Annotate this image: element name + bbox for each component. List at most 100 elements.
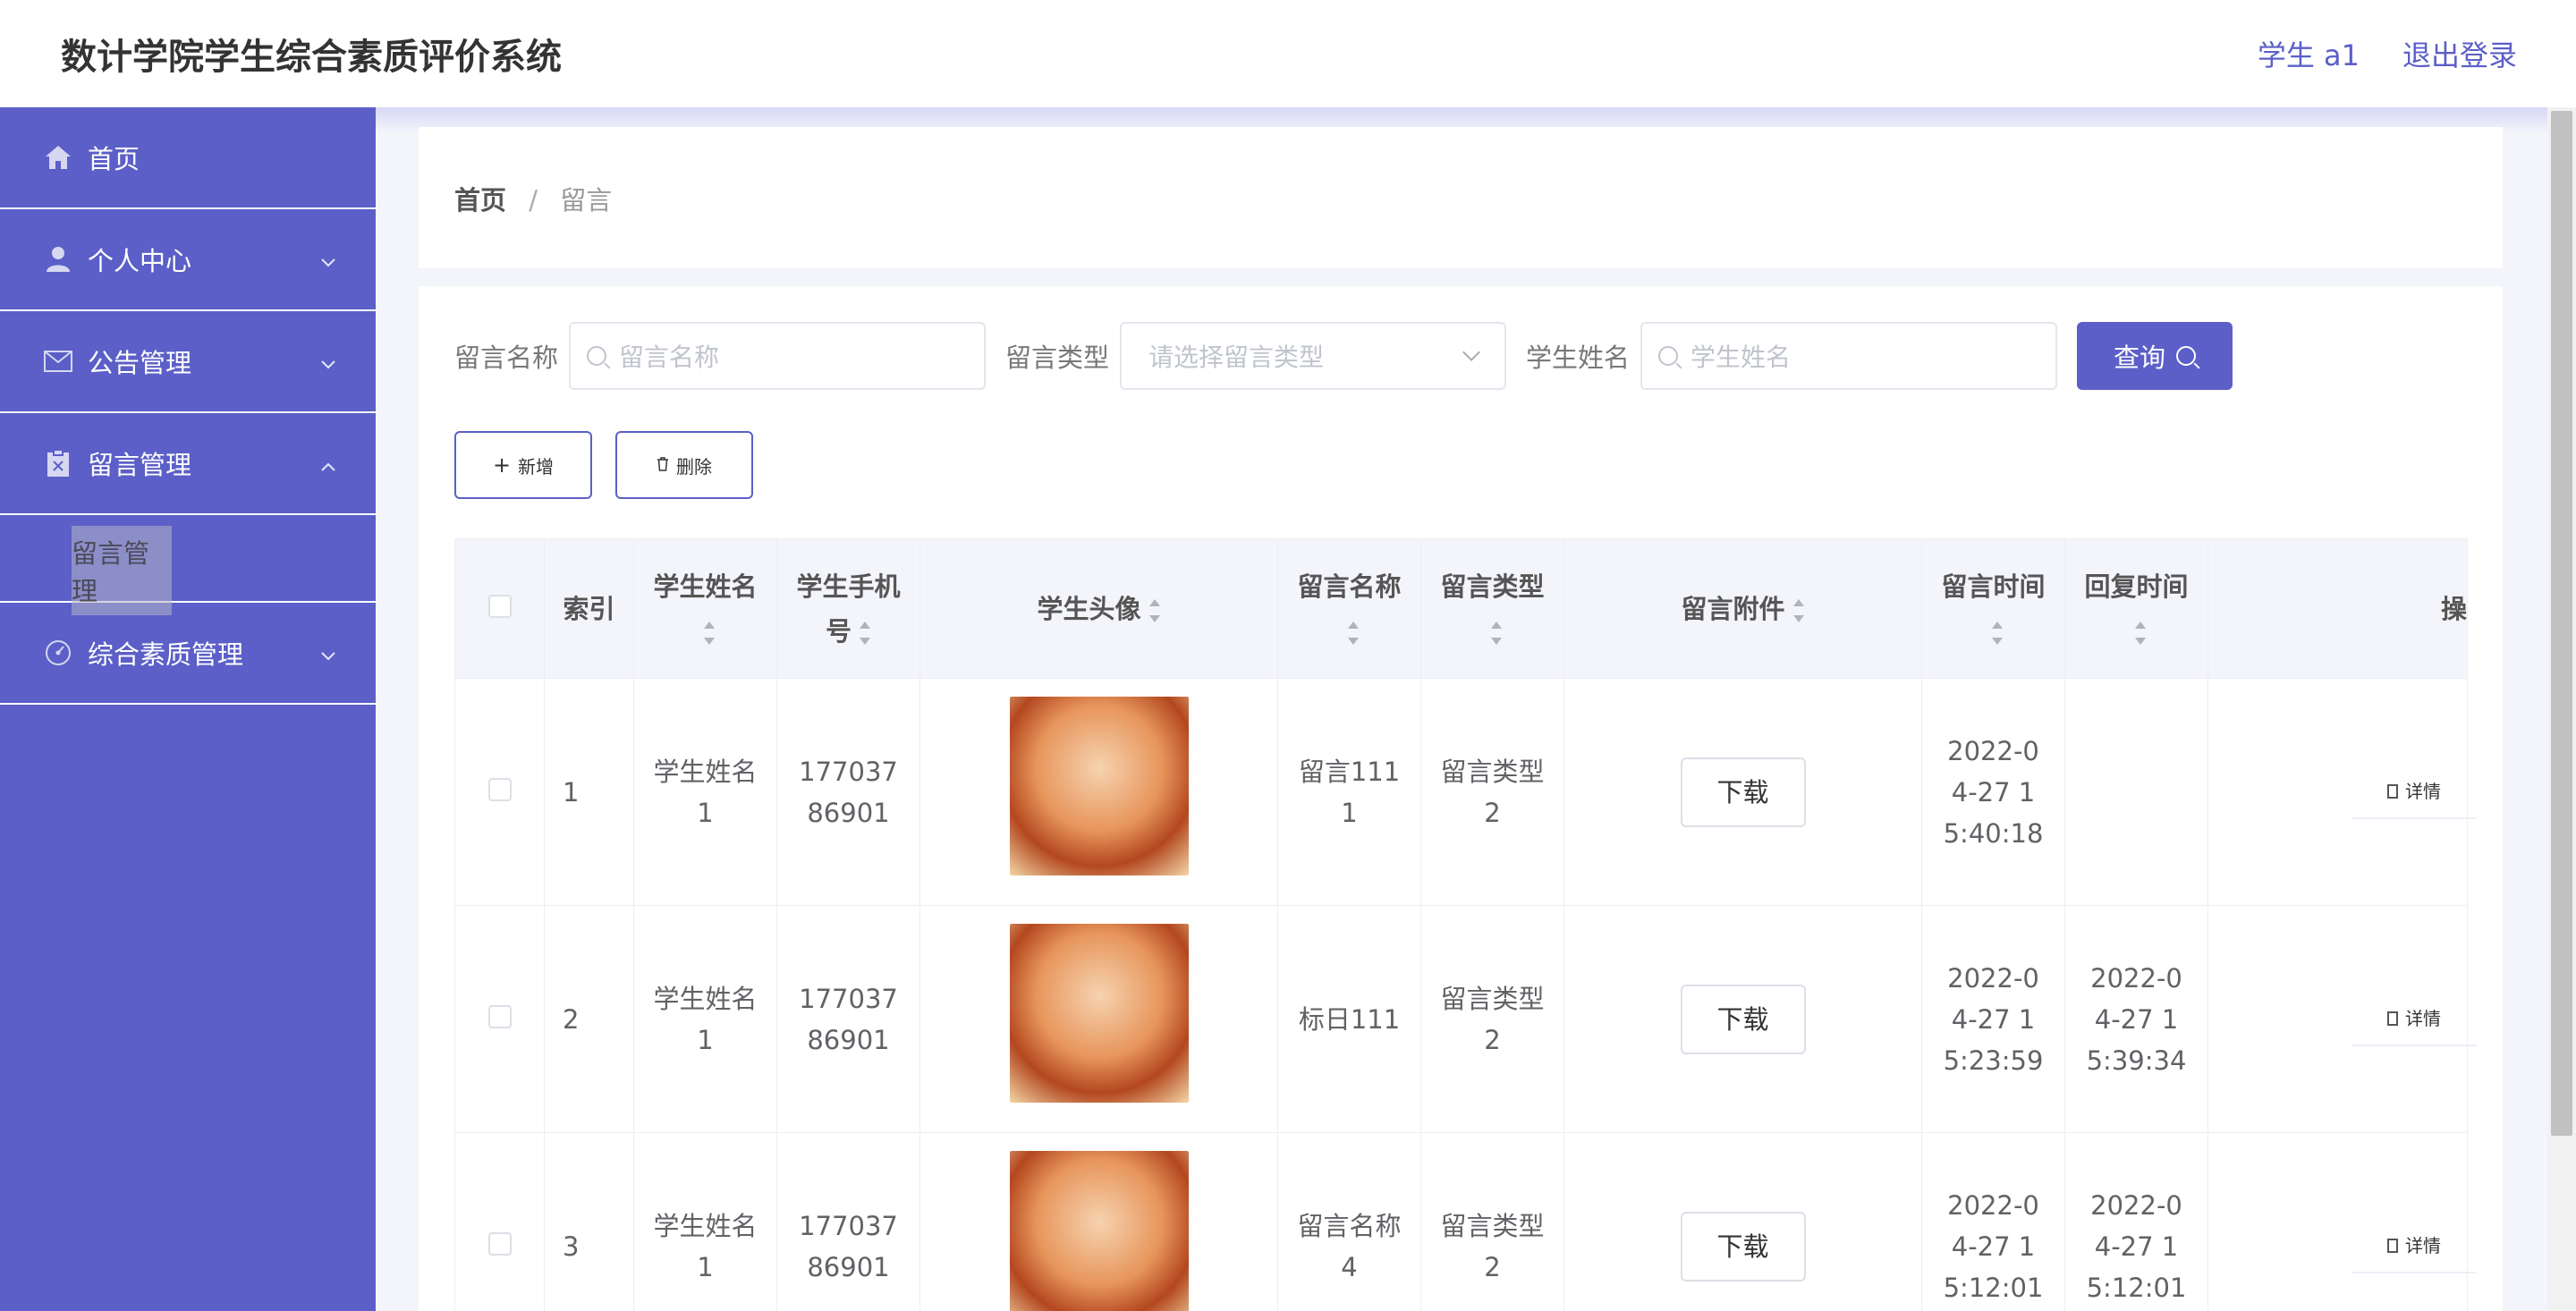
add-button-label: 新增 <box>518 455 555 478</box>
row-checkbox[interactable] <box>487 1231 512 1256</box>
col-student-phone[interactable]: 学生手机号 <box>776 538 920 679</box>
sort-icon[interactable] <box>1792 598 1805 622</box>
cell-msg-time: 2022-04-27 15:40:18 <box>1921 678 2065 906</box>
student-name-label: 学生姓名 <box>1526 343 1631 373</box>
col-msg-name[interactable]: 留言名称 <box>1277 538 1421 679</box>
avatar[interactable] <box>1009 1151 1189 1311</box>
msg-type-label: 留言类型 <box>1005 343 1110 373</box>
message-table: 索引 学生姓名 学生手机号 学生头像 留言名称 留言类型 留言附件 留言时间 回… <box>454 538 2477 1311</box>
mail-icon <box>43 346 73 376</box>
detail-button[interactable]: 详情 <box>2351 1220 2477 1273</box>
col-student-avatar[interactable]: 学生头像 <box>919 538 1278 679</box>
cell-op: 详情 <box>2207 905 2477 1133</box>
detail-button[interactable]: 详情 <box>2351 765 2477 819</box>
msg-name-placeholder: 留言名称 <box>619 343 720 372</box>
action-bar: + 新增 删除 <box>454 431 753 499</box>
delete-button-label: 删除 <box>676 455 712 478</box>
sort-icon[interactable] <box>859 621 871 645</box>
sidebar-item-quality[interactable]: 综合素质管理 <box>0 603 376 705</box>
sort-icon[interactable] <box>2134 621 2147 645</box>
add-button[interactable]: + 新增 <box>454 431 592 499</box>
cell-op: 详情 <box>2207 1132 2477 1311</box>
msg-name-input[interactable]: 留言名称 <box>569 322 987 390</box>
select-all-checkbox[interactable] <box>487 594 512 618</box>
current-user: 学生 a1 <box>2257 38 2360 72</box>
chevron-down-icon <box>320 638 336 668</box>
cell-msg-name: 留言名称4 <box>1277 1132 1421 1311</box>
cell-msg-type: 留言类型2 <box>1420 905 1564 1133</box>
sidebar-item-label: 首页 <box>88 144 140 174</box>
table-row: 2 学生姓名1 17703786901 标日111 留言类型2 下载 2022-… <box>454 905 2477 1133</box>
table-header-row: 索引 学生姓名 学生手机号 学生头像 留言名称 留言类型 留言附件 留言时间 回… <box>454 538 2468 679</box>
chevron-down-icon <box>320 244 336 275</box>
row-checkbox[interactable] <box>487 777 512 801</box>
chevron-down-icon <box>320 346 336 376</box>
download-button[interactable]: 下载 <box>1680 1211 1806 1281</box>
sidebar-item-label: 公告管理 <box>88 348 192 378</box>
cell-reply-time <box>2064 678 2208 906</box>
sort-icon[interactable] <box>703 621 716 645</box>
col-index: 索引 <box>544 538 634 679</box>
search-icon <box>2176 346 2197 366</box>
sidebar-item-notice[interactable]: 公告管理 <box>0 311 376 413</box>
sort-icon[interactable] <box>1490 621 1503 645</box>
breadcrumb: 首页 / 留言 <box>454 180 612 217</box>
col-op: 操 <box>2207 538 2468 679</box>
cell-index: 1 <box>544 678 634 906</box>
search-icon <box>1658 346 1679 366</box>
msg-type-select[interactable]: 请选择留言类型 <box>1120 322 1507 390</box>
search-icon <box>587 346 607 366</box>
plus-icon: + <box>492 453 512 478</box>
cell-op: 详情 <box>2207 678 2477 906</box>
breadcrumb-home[interactable]: 首页 <box>454 185 506 216</box>
logout-link[interactable]: 退出登录 <box>2402 33 2517 74</box>
avatar[interactable] <box>1009 924 1189 1103</box>
sidebar-item-label: 留言管理 <box>88 450 192 480</box>
download-button[interactable]: 下载 <box>1680 984 1806 1054</box>
delete-button[interactable]: 删除 <box>615 431 753 499</box>
cell-reply-time: 2022-04-27 15:12:01 <box>2064 1132 2208 1311</box>
breadcrumb-card: 首页 / 留言 <box>419 127 2503 268</box>
download-button[interactable]: 下载 <box>1680 757 1806 827</box>
cell-reply-time: 2022-04-27 15:39:34 <box>2064 905 2208 1133</box>
main-content: 首页 / 留言 留言名称 留言名称 留言类型 请选择留言类型 学生姓名 学生姓名… <box>376 107 2547 1311</box>
scrollbar-thumb[interactable] <box>2551 111 2572 1136</box>
sidebar-subitem-message-manage[interactable]: 留言管理 <box>0 515 376 615</box>
search-bar: 留言名称 留言名称 留言类型 请选择留言类型 学生姓名 学生姓名 查询 <box>454 322 2233 390</box>
query-button[interactable]: 查询 <box>2077 322 2233 390</box>
sidebar: 首页 个人中心 公告管理 留言管理 留言管理 综合素质管理 <box>0 107 376 1311</box>
cell-attach: 下载 <box>1563 905 1922 1133</box>
cell-msg-type: 留言类型2 <box>1420 1132 1564 1311</box>
cell-avatar <box>919 678 1278 906</box>
col-student-name[interactable]: 学生姓名 <box>633 538 777 679</box>
sidebar-item-label: 个人中心 <box>88 246 192 276</box>
sort-icon[interactable] <box>1347 621 1360 645</box>
sort-icon[interactable] <box>1991 621 2004 645</box>
table-row: 1 学生姓名1 17703786901 留言1111 留言类型2 下载 2022… <box>454 678 2477 906</box>
vertical-scrollbar[interactable] <box>2547 107 2576 1311</box>
select-all-cell[interactable] <box>454 538 545 679</box>
sidebar-subitem-label: 留言管理 <box>72 526 172 615</box>
col-reply-time[interactable]: 回复时间 <box>2064 538 2208 679</box>
home-icon <box>43 142 73 173</box>
row-checkbox[interactable] <box>487 1004 512 1028</box>
sidebar-item-label: 综合素质管理 <box>88 639 244 670</box>
detail-button[interactable]: 详情 <box>2351 993 2477 1046</box>
breadcrumb-separator: / <box>529 185 538 216</box>
chevron-up-icon <box>320 448 336 478</box>
col-msg-time[interactable]: 留言时间 <box>1921 538 2065 679</box>
app-title: 数计学院学生综合素质评价系统 <box>61 37 562 78</box>
sidebar-item-message[interactable]: 留言管理 <box>0 413 376 515</box>
sidebar-item-personal-center[interactable]: 个人中心 <box>0 209 376 311</box>
avatar[interactable] <box>1009 697 1189 875</box>
msg-type-placeholder: 请选择留言类型 <box>1148 343 1325 372</box>
student-name-placeholder: 学生姓名 <box>1690 343 1792 372</box>
col-msg-type[interactable]: 留言类型 <box>1420 538 1564 679</box>
col-msg-attach[interactable]: 留言附件 <box>1563 538 1922 679</box>
sort-icon[interactable] <box>1148 598 1161 622</box>
document-icon <box>2387 1011 2398 1026</box>
sidebar-item-home[interactable]: 首页 <box>0 107 376 209</box>
cell-student-name: 学生姓名1 <box>633 905 777 1133</box>
cell-attach: 下载 <box>1563 678 1922 906</box>
student-name-input[interactable]: 学生姓名 <box>1640 322 2058 390</box>
